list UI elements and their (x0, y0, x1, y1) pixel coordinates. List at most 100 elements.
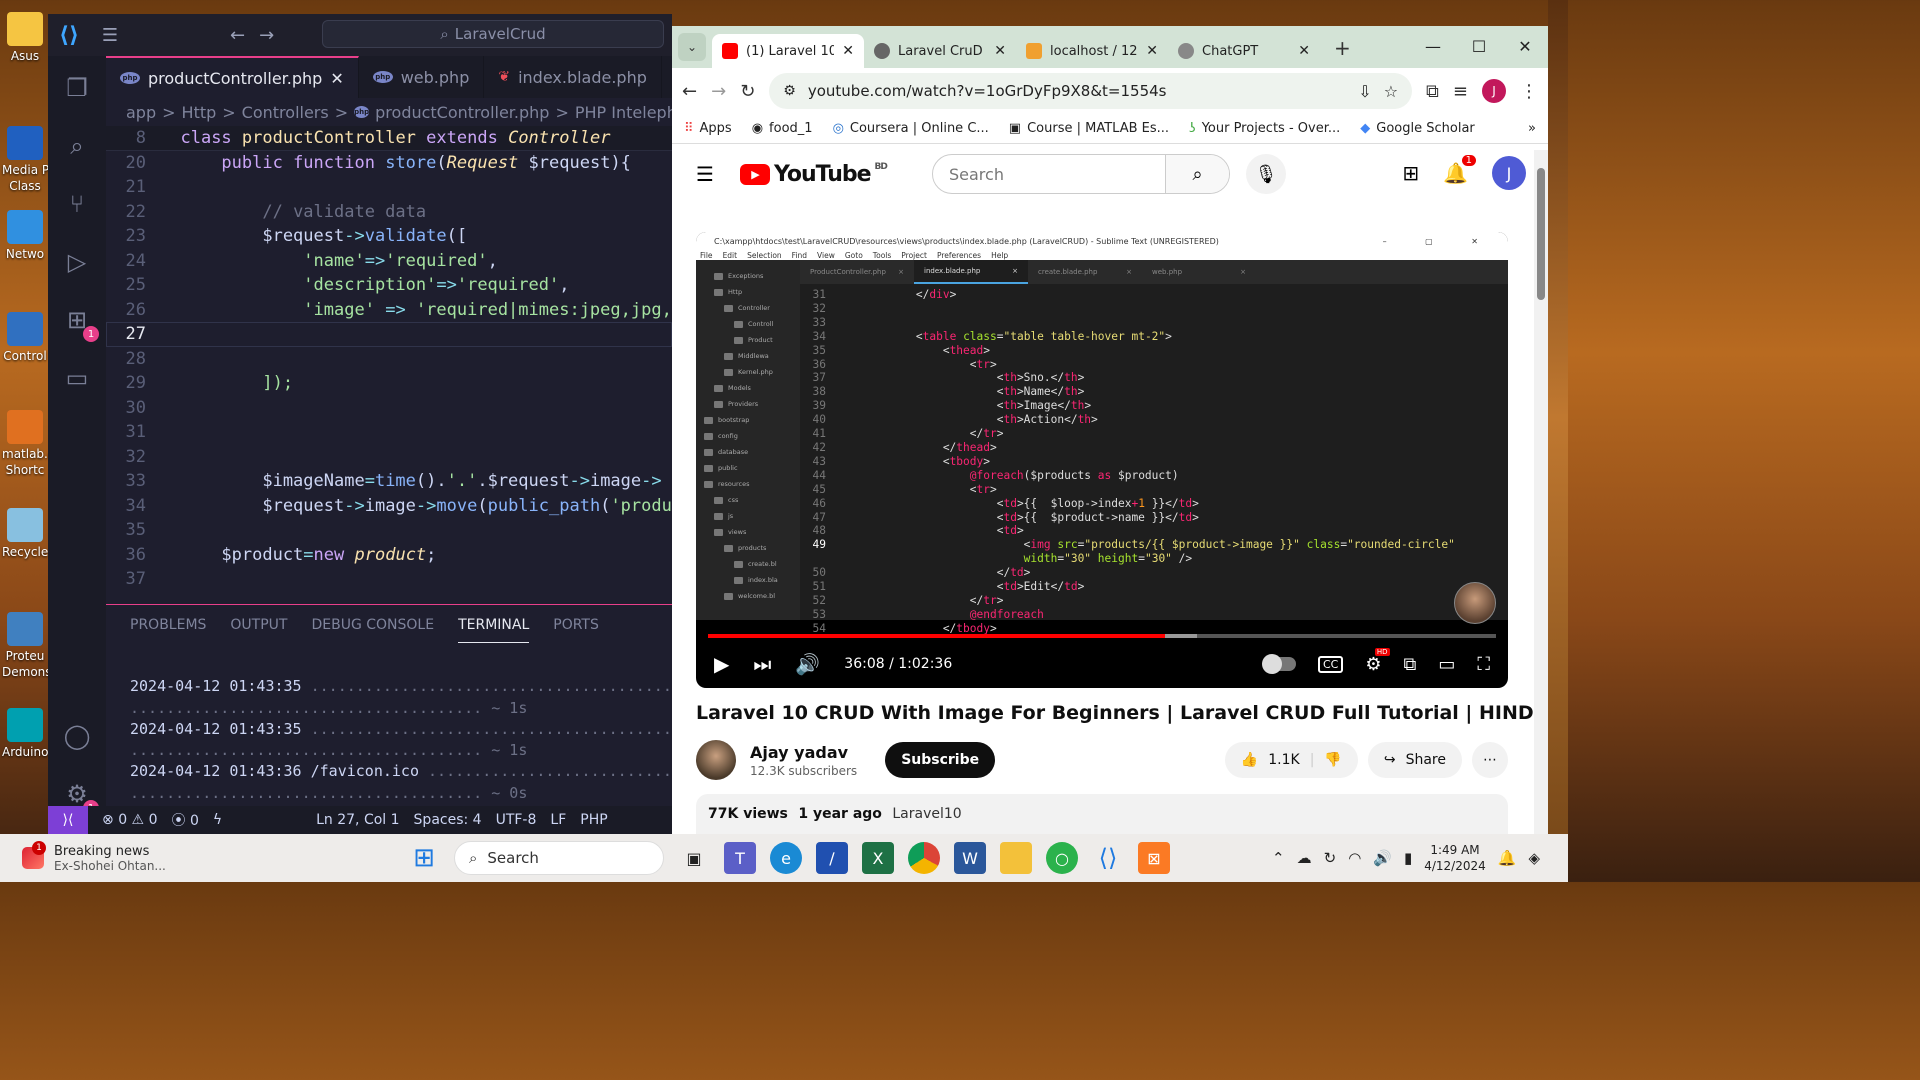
breadcrumb-item[interactable]: productController.php (375, 103, 549, 122)
tab-ports[interactable]: PORTS (553, 617, 599, 643)
desktop-icon[interactable]: Asus (2, 12, 48, 64)
bookmark-item[interactable]: ◆ Google Scholar (1360, 121, 1475, 136)
mathcad-icon[interactable]: ∕ (816, 842, 848, 874)
tab-search-icon[interactable]: ⌄ (678, 33, 706, 61)
explorer-icon[interactable]: ❐ (61, 70, 93, 106)
volume-icon[interactable]: 🔊 (795, 652, 820, 676)
excel-icon[interactable]: X (862, 842, 894, 874)
profile-avatar[interactable]: J (1482, 79, 1506, 103)
wifi-icon[interactable]: ◠ (1348, 849, 1361, 867)
breadcrumb-item[interactable]: Controllers (242, 103, 329, 122)
autoplay-toggle[interactable] (1262, 654, 1296, 674)
xampp-icon[interactable]: ⊠ (1138, 842, 1170, 874)
close-window-icon[interactable]: ✕ (1502, 37, 1548, 56)
video-description[interactable]: 77K views 1 year ago Laravel10 (696, 794, 1508, 834)
search-icon[interactable]: ⌕ (61, 128, 93, 164)
channel-avatar[interactable] (696, 740, 736, 780)
new-tab-button[interactable]: + (1334, 36, 1351, 60)
tab-terminal[interactable]: TERMINAL (458, 617, 530, 643)
browser-tab-youtube[interactable]: (1) Laravel 10 C ✕ (712, 34, 864, 68)
site-info-icon[interactable]: ⚙ (783, 83, 796, 99)
tab-problems[interactable]: PROBLEMS (130, 617, 206, 643)
account-avatar[interactable]: J (1492, 156, 1526, 190)
lightning-icon[interactable]: ϟ (213, 812, 222, 828)
share-button[interactable]: ↪ Share (1367, 742, 1462, 778)
search-button[interactable]: ⌕ (1165, 155, 1229, 193)
more-bookmarks-icon[interactable]: » (1528, 121, 1536, 136)
chevron-up-icon[interactable]: ⌃ (1272, 849, 1285, 867)
address-bar[interactable]: ⚙ youtube.com/watch?v=1oGrDyFp9X8&t=1554… (769, 73, 1413, 109)
encoding[interactable]: UTF-8 (496, 812, 537, 828)
indent-spaces[interactable]: Spaces: 4 (414, 812, 482, 828)
hamburger-menu-icon[interactable]: ☰ (696, 162, 714, 186)
extensions-icon[interactable]: ⧉ (1426, 81, 1439, 102)
extensions-icon[interactable]: ⊞ 1 (61, 302, 99, 342)
play-icon[interactable]: ▶ (714, 652, 729, 676)
notifications-icon[interactable]: 🔔 (1498, 849, 1517, 867)
edge-icon[interactable]: e (770, 842, 802, 874)
code-editor[interactable]: 8 class productController extends Contro… (106, 126, 672, 604)
close-icon[interactable]: ✕ (330, 69, 343, 88)
language-mode[interactable]: PHP (580, 812, 607, 828)
thumbs-down-icon[interactable]: 👎 (1324, 752, 1341, 768)
tab-index-blade[interactable]: ❦ index.blade.php (484, 56, 662, 98)
settings-gear-icon[interactable]: ⚙ HD (1365, 647, 1390, 675)
volume-icon[interactable]: 🔊 (1373, 849, 1392, 867)
notifications-bell-icon[interactable]: 🔔 1 (1443, 155, 1476, 185)
onedrive-icon[interactable]: ☁ (1297, 849, 1312, 867)
desktop-icon[interactable]: Recycle (2, 508, 48, 560)
sync-icon[interactable]: ↻ (1324, 849, 1337, 867)
teams-icon[interactable]: T (724, 842, 756, 874)
next-icon[interactable]: ⏭ (753, 652, 771, 676)
ports-status[interactable]: ⦿ 0 (171, 810, 198, 830)
install-icon[interactable]: ⇩ (1358, 82, 1371, 101)
terminal[interactable]: 2024-04-12 01:43:35 ....................… (106, 643, 672, 825)
media-controls-icon[interactable]: ≡ (1453, 81, 1468, 102)
problems-status[interactable]: ⊗ 0 ⚠ 0 (102, 812, 157, 828)
desktop-icon[interactable]: matlab.e Shortc (2, 410, 55, 478)
miniplayer-icon[interactable]: ⧉ (1404, 654, 1417, 675)
theater-mode-icon[interactable]: ▭ (1438, 654, 1455, 675)
bookmark-star-icon[interactable]: ☆ (1384, 82, 1398, 101)
hamburger-menu-icon[interactable]: ☰ (90, 25, 130, 46)
browser-tab-laravel[interactable]: Laravel CruD ✕ (864, 34, 1016, 68)
battery-icon[interactable]: ▮ (1404, 849, 1412, 867)
windows-start-icon[interactable]: ⊞ (408, 842, 440, 874)
desktop-icon[interactable]: Control (2, 312, 48, 364)
channel-name[interactable]: Ajay yadav (750, 743, 857, 762)
microphone-icon[interactable]: 🎙 (1246, 154, 1286, 194)
back-icon[interactable]: ← (682, 81, 697, 102)
video-progress-bar[interactable] (708, 634, 1496, 638)
eol[interactable]: LF (550, 812, 566, 828)
scrollbar-thumb[interactable] (1537, 168, 1545, 300)
browser-tab-chatgpt[interactable]: ChatGPT ✕ (1168, 34, 1320, 68)
breadcrumb-item[interactable]: PHP Intelephense (575, 103, 672, 122)
tab-debug-console[interactable]: DEBUG CONSOLE (311, 617, 434, 643)
breadcrumb-item[interactable]: Http (182, 103, 217, 122)
bookmark-item[interactable]: ▣ Course | MATLAB Es... (1009, 121, 1169, 136)
app-icon[interactable]: ○ (1046, 842, 1078, 874)
forward-icon[interactable]: → (711, 81, 726, 102)
account-icon[interactable]: ◯ (61, 718, 93, 754)
video-player[interactable]: C:\xampp\htdocs\test\LaravelCRUD\resourc… (696, 232, 1508, 688)
chrome-icon[interactable] (908, 842, 940, 874)
hashtag[interactable]: Laravel10 (892, 806, 961, 822)
command-center-search[interactable]: ⌕ LaravelCrud (322, 20, 664, 48)
desktop-icon[interactable]: Proteu Demons (2, 612, 52, 680)
breadcrumb-item[interactable]: app (126, 103, 156, 122)
fullscreen-icon[interactable]: ⛶ (1477, 654, 1490, 675)
remote-explorer-icon[interactable]: ▭ (61, 360, 93, 396)
remote-icon[interactable]: ⟩⟨ (48, 806, 88, 834)
tab-productcontroller[interactable]: php productController.php ✕ (106, 56, 359, 98)
tab-output[interactable]: OUTPUT (230, 617, 287, 643)
subscribe-button[interactable]: Subscribe (885, 742, 996, 778)
like-button[interactable]: 👍 1.1K | 👎 (1224, 742, 1358, 778)
cursor-position[interactable]: Ln 27, Col 1 (316, 812, 399, 828)
youtube-logo[interactable]: ▶ YouTube BD (739, 162, 888, 187)
copilot-icon[interactable]: ◈ (1528, 849, 1540, 867)
taskbar-search[interactable]: ⌕ Search (454, 841, 664, 875)
word-icon[interactable]: W (954, 842, 986, 874)
bookmark-item[interactable]: ◉ food_1 (752, 121, 813, 136)
browser-tab-localhost[interactable]: localhost / 127 ✕ (1016, 34, 1168, 68)
reload-icon[interactable]: ↻ (740, 81, 755, 102)
